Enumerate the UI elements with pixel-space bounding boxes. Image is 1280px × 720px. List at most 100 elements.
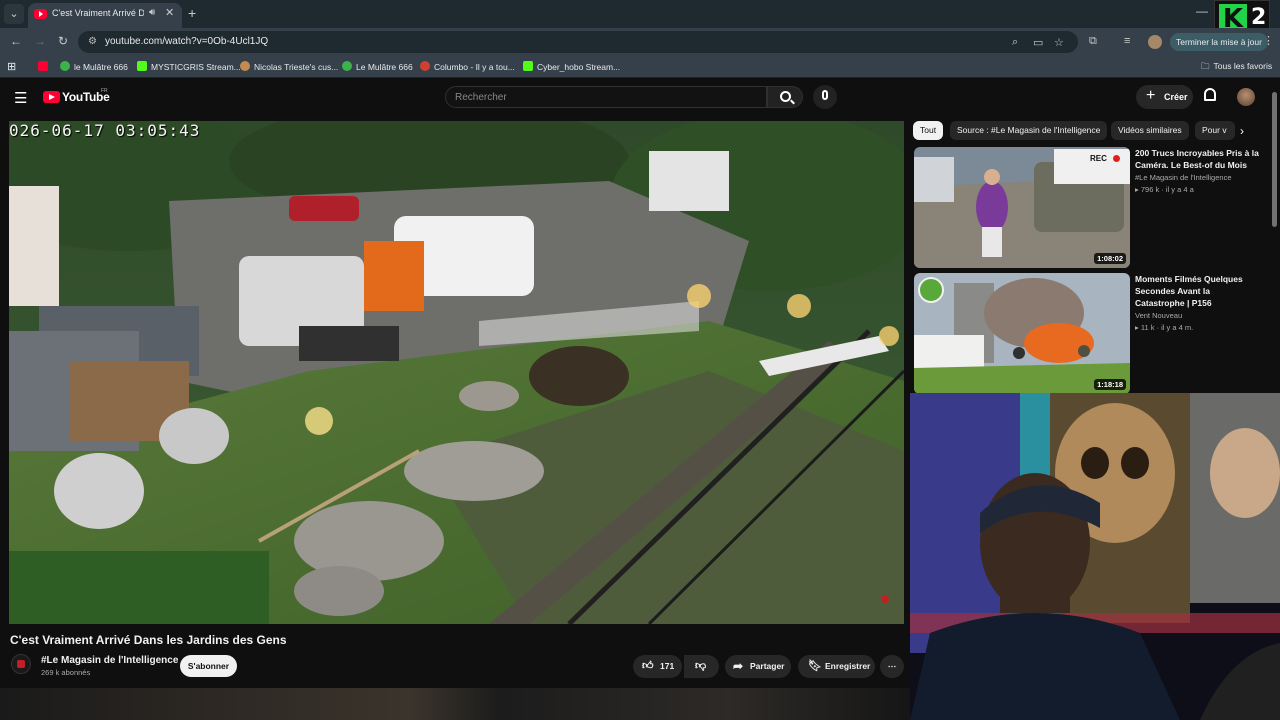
channel-name[interactable]: #Le Magasin de l'Intelligence xyxy=(41,655,178,666)
recommendation-title[interactable]: Moments Filmés Quelques Secondes Avant l… xyxy=(1135,273,1260,309)
chip-similar[interactable]: Vidéos similaires xyxy=(1111,121,1189,140)
save-label: Enregistrer xyxy=(825,661,871,671)
bookmarks-bar: ⊞ le Mulâtre 666 MYSTICGRIS Stream... Ni… xyxy=(0,56,1280,78)
close-tab-icon[interactable]: ✕ xyxy=(165,6,174,19)
video-title: C'est Vraiment Arrivé Dans les Jardins d… xyxy=(10,633,287,647)
camera-timestamp: 026-06-17 03:05:43 xyxy=(9,121,201,140)
more-icon: ⋯ xyxy=(887,661,897,671)
back-button[interactable]: ← xyxy=(10,34,22,48)
bookmark-item[interactable]: le Mulâtre 666 xyxy=(60,61,128,72)
browser-menu-icon[interactable]: ⋮ xyxy=(1263,34,1274,47)
share-label: Partager xyxy=(750,661,785,671)
search-box xyxy=(445,86,767,108)
thumbnail-image xyxy=(914,147,1130,268)
k2-logo-number: 2 xyxy=(1251,5,1267,30)
zoom-icon[interactable]: ⌕ xyxy=(1012,36,1018,49)
apps-grid-icon[interactable]: ⊞ xyxy=(7,60,16,73)
url-text: youtube.com/watch?v=0Ob-4Ucl1JQ xyxy=(105,36,269,47)
subscriber-count: 269 k abonnés xyxy=(41,668,91,677)
share-icon: ➦ xyxy=(733,659,744,673)
recommendation-meta: ▸ 796 k · il y a 4 a xyxy=(1135,185,1194,194)
recommendation-stats: 11 k · il y a 4 m. xyxy=(1140,323,1194,332)
new-tab-button[interactable]: + xyxy=(188,5,196,21)
chevron-right-icon[interactable]: › xyxy=(1240,124,1244,138)
folder-icon: 🗀 xyxy=(1201,61,1210,71)
bookmark-label: Columbo - Il y a tou... xyxy=(434,62,515,72)
forward-button[interactable]: → xyxy=(34,34,46,48)
bookmark-star-icon[interactable]: ☆ xyxy=(1054,36,1064,49)
description-preview-strip xyxy=(0,688,910,720)
filter-chips: Tout Source : #Le Magasin de l'Intellige… xyxy=(913,121,1253,141)
chip-source[interactable]: Source : #Le Magasin de l'Intelligence xyxy=(950,121,1108,140)
channel-logo-icon xyxy=(918,277,944,303)
thumbnail-image xyxy=(914,273,1130,394)
youtube-header: ☰ YouTube FR + Créer xyxy=(0,80,1280,116)
update-button[interactable]: Terminer la mise à jour xyxy=(1170,33,1268,51)
rec-badge: REC xyxy=(1090,154,1107,163)
recommendation-thumbnail[interactable]: 1:18:18 xyxy=(914,273,1130,394)
more-actions-button[interactable]: ⋯ xyxy=(880,655,904,678)
video-player[interactable]: 026-06-17 03:05:43 xyxy=(9,121,904,624)
extensions-icon[interactable]: ⧉ xyxy=(1089,35,1097,48)
save-icon: 🔖︎ xyxy=(808,660,822,672)
chip-for-you[interactable]: Pour v xyxy=(1195,121,1235,140)
bookmark-item[interactable]: Le Mulâtre 666 xyxy=(342,61,413,72)
youtube-bookmark-icon[interactable] xyxy=(38,61,52,72)
like-count: 171 xyxy=(660,661,675,671)
all-bookmarks-label: Tous les favoris xyxy=(1213,61,1273,71)
search-input[interactable] xyxy=(446,87,766,107)
bookmark-label: Le Mulâtre 666 xyxy=(356,62,413,72)
share-button[interactable]: ➦ Partager xyxy=(725,655,791,678)
create-label: Créer xyxy=(1164,92,1188,102)
active-tab[interactable]: C'est Vraiment Arrivé Dans les 🔊︎ ✕ xyxy=(28,3,182,28)
bookmark-item[interactable]: Cyber_hobo Stream... xyxy=(523,61,620,72)
bookmark-label: Cyber_hobo Stream... xyxy=(537,62,621,72)
save-button[interactable]: 🔖︎ Enregistrer xyxy=(798,655,875,678)
speaker-icon[interactable]: 🔊︎ xyxy=(149,7,155,18)
bookmark-item[interactable]: Columbo - Il y a tou... xyxy=(420,61,515,72)
streamer-webcam xyxy=(910,393,1280,720)
menu-icon[interactable]: ☰ xyxy=(14,89,27,107)
webcam-image xyxy=(910,393,1280,720)
bookmark-item[interactable]: Nicolas Trieste's cus... xyxy=(240,61,338,72)
browser-tab-bar: ⌄ C'est Vraiment Arrivé Dans les 🔊︎ ✕ + … xyxy=(0,0,1280,28)
minimize-window-button[interactable]: — xyxy=(1196,4,1208,18)
thumbs-down-icon: 👎︎ xyxy=(695,660,707,672)
subscribe-button[interactable]: S'abonner xyxy=(180,655,237,677)
bookmark-label: MYSTICGRIS Stream... xyxy=(151,62,241,72)
site-info-icon[interactable]: ⚙ xyxy=(88,36,97,47)
scrollbar[interactable] xyxy=(1272,92,1277,227)
like-button[interactable]: 👍︎ 171 xyxy=(633,655,682,678)
rec-indicator-icon xyxy=(1113,155,1120,162)
search-icon xyxy=(780,91,791,102)
all-bookmarks[interactable]: 🗀 Tous les favoris xyxy=(1201,61,1272,75)
recommendation-channel[interactable]: Vent Nouveau xyxy=(1135,311,1182,320)
reload-button[interactable]: ↻ xyxy=(58,34,68,48)
chip-all[interactable]: Tout xyxy=(913,121,944,140)
recommendation-channel[interactable]: #Le Magasin de l'Intelligence xyxy=(1135,173,1232,182)
notifications-bell-icon[interactable] xyxy=(1204,88,1216,101)
channel-avatar[interactable] xyxy=(11,654,31,674)
youtube-logo-icon[interactable] xyxy=(43,91,60,103)
voice-search-button[interactable] xyxy=(813,85,837,109)
tab-title: C'est Vraiment Arrivé Dans les xyxy=(52,8,144,18)
dislike-button[interactable]: 👎︎ xyxy=(684,655,719,678)
search-button[interactable] xyxy=(767,86,803,108)
recommendation-meta: ▸ 11 k · il y a 4 m. xyxy=(1135,323,1193,332)
reading-list-icon[interactable]: ≡ xyxy=(1124,35,1130,47)
browser-profile-avatar[interactable] xyxy=(1148,35,1162,49)
video-duration: 1:18:18 xyxy=(1094,379,1126,390)
address-bar-row: ← → ↻ ⚙ youtube.com/watch?v=0Ob-4Ucl1JQ … xyxy=(0,28,1280,56)
recommendation-title[interactable]: 200 Trucs Incroyables Pris à la Caméra. … xyxy=(1135,147,1260,171)
recommendation-thumbnail[interactable]: REC 1:08:02 xyxy=(914,147,1130,268)
youtube-favicon-icon xyxy=(34,9,47,19)
create-button[interactable]: + Créer xyxy=(1136,85,1193,109)
bookmark-item[interactable]: MYSTICGRIS Stream... xyxy=(137,61,241,72)
tab-search-button[interactable]: ⌄ xyxy=(4,4,24,24)
user-avatar[interactable] xyxy=(1237,88,1255,106)
video-duration: 1:08:02 xyxy=(1094,253,1126,264)
url-bar[interactable]: ⚙ youtube.com/watch?v=0Ob-4Ucl1JQ ⌕ ▭ ☆ xyxy=(78,31,1078,53)
cast-icon[interactable]: ▭ xyxy=(1033,36,1043,49)
recommendation-stats: 796 k · il y a 4 a xyxy=(1140,185,1194,194)
bookmark-label: le Mulâtre 666 xyxy=(74,62,128,72)
